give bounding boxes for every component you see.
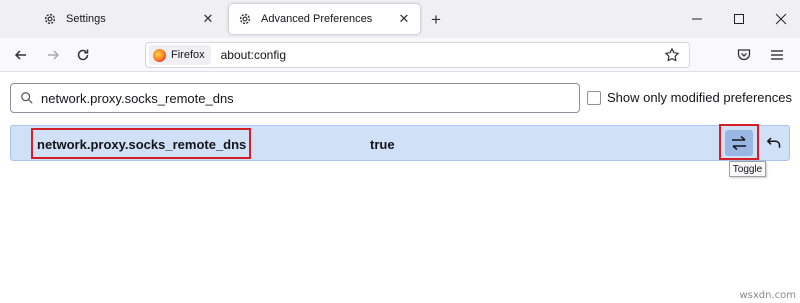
annotation-box-toggle — [719, 124, 759, 160]
identity-box[interactable]: Firefox — [149, 45, 211, 65]
back-arrow-icon[interactable] — [10, 44, 32, 66]
preference-name: network.proxy.socks_remote_dns — [37, 137, 247, 152]
tab-label: Settings — [66, 13, 106, 25]
about-config-page: Show only modified preferences network.p… — [0, 73, 800, 303]
show-modified-checkbox[interactable] — [587, 90, 601, 105]
new-tab-button[interactable]: + — [426, 10, 446, 30]
tab-bar: Settings ✕ Advanced Preferences ✕ + — [0, 0, 800, 38]
show-modified-label: Show only modified preferences — [607, 90, 792, 105]
close-window-icon[interactable] — [770, 8, 792, 30]
minimize-icon[interactable] — [686, 8, 708, 30]
preference-search-box[interactable] — [10, 83, 580, 113]
firefox-logo-icon — [153, 48, 166, 62]
menu-icon[interactable] — [766, 44, 788, 66]
url-bar[interactable]: Firefox about:config — [145, 42, 690, 68]
search-input[interactable] — [41, 90, 579, 106]
close-tab-icon[interactable]: ✕ — [200, 11, 216, 27]
tab-label: Advanced Preferences — [261, 13, 373, 25]
watermark: wsxdn.com — [739, 290, 796, 301]
show-modified-toggle[interactable]: Show only modified preferences — [587, 90, 792, 105]
url-text[interactable]: about:config — [221, 48, 286, 62]
bookmark-star-icon[interactable] — [663, 46, 681, 64]
pocket-icon[interactable] — [733, 44, 755, 66]
tab-settings[interactable]: Settings ✕ — [34, 4, 224, 34]
reset-button[interactable] — [762, 130, 786, 156]
gear-icon — [42, 11, 58, 27]
gear-icon — [237, 11, 253, 27]
identity-label: Firefox — [171, 49, 205, 61]
undo-icon — [766, 137, 781, 148]
forward-arrow-icon[interactable] — [42, 44, 64, 66]
toggle-tooltip: Toggle — [729, 161, 766, 177]
navigation-bar: Firefox about:config — [0, 38, 800, 72]
reload-icon[interactable] — [72, 44, 94, 66]
preference-row[interactable]: network.proxy.socks_remote_dns true — [10, 124, 790, 161]
tab-advanced-preferences[interactable]: Advanced Preferences ✕ — [229, 4, 420, 34]
maximize-icon[interactable] — [728, 8, 750, 30]
close-tab-icon[interactable]: ✕ — [396, 11, 412, 27]
search-icon — [19, 90, 35, 106]
preference-value[interactable]: true — [370, 137, 395, 152]
